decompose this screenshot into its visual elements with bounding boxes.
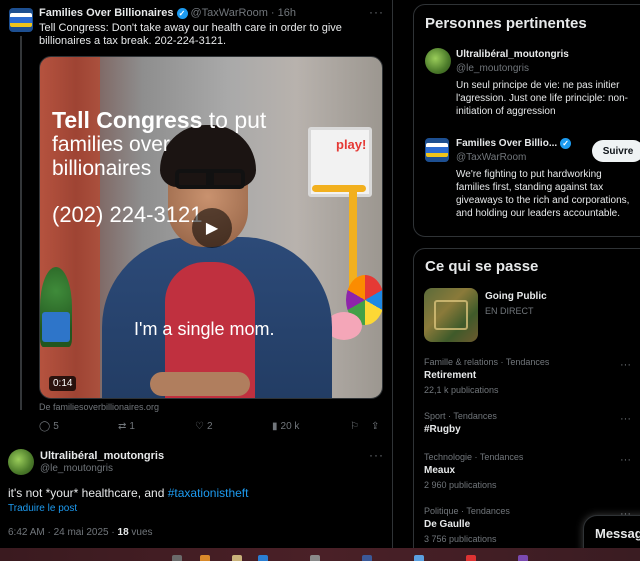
flag-logo-icon — [426, 143, 448, 157]
trend-name: Meaux — [424, 465, 456, 476]
trend-category: Politique · Tendances — [424, 506, 510, 516]
taskbar-app-icon[interactable] — [310, 555, 320, 561]
featured-trend-thumbnail[interactable] — [424, 288, 478, 342]
trend-more-icon[interactable]: ··· — [620, 359, 631, 371]
repost-button[interactable]: ⇄ 1 — [118, 421, 135, 432]
person-name[interactable]: Families Over Billio... ✓ — [456, 138, 572, 149]
taskbar-app-icon[interactable] — [518, 555, 528, 561]
reply-button[interactable]: ◯ 5 — [39, 421, 59, 432]
taskbar-app-icon[interactable] — [414, 555, 424, 561]
trends-title: Ce qui se passe — [425, 258, 539, 275]
relevant-people-panel: Personnes pertinentes Ultralibéral_mouto… — [413, 4, 640, 237]
plant-pot — [42, 312, 70, 342]
like-button[interactable]: ♡ 2 — [195, 421, 213, 432]
tweet-video[interactable]: play! Tell Congress to put families over… — [39, 56, 383, 399]
video-line-2: families over — [52, 133, 170, 156]
chart-icon: ▮ — [272, 421, 278, 432]
verified-badge-icon: ✓ — [176, 7, 188, 19]
person-bio: We're fighting to put hardworking famili… — [456, 169, 630, 219]
trend-category: Famille & relations · Tendances — [424, 357, 550, 367]
reply-avatar[interactable] — [8, 449, 34, 475]
trend-more-icon[interactable]: ··· — [620, 413, 631, 425]
taskbar-app-icon[interactable] — [258, 555, 268, 561]
featured-trend-name[interactable]: Going Public — [485, 291, 547, 302]
tweet-more-icon[interactable]: ··· — [369, 5, 384, 19]
trend-name: #Rugby — [424, 424, 461, 435]
hoop — [312, 185, 366, 192]
video-headline: Tell Congress to put — [52, 107, 267, 133]
tweet-actions: ◯ 5 ⇄ 1 ♡ 2 ▮ 20 k ⚐ ⇪ — [39, 421, 384, 435]
video-duration: 0:14 — [49, 376, 77, 391]
trend-category: Sport · Tendances — [424, 411, 497, 421]
tweet-header: Families Over Billionaires ✓ @TaxWarRoom… — [39, 7, 296, 19]
person-name[interactable]: Ultralibéral_moutongris — [456, 49, 569, 60]
trend-count: 3 756 publications — [424, 534, 497, 544]
play-icon[interactable]: ▶ — [192, 208, 232, 248]
thread-line — [20, 36, 22, 410]
reply-meta: 6:42 AM · 24 mai 2025 · 18 vues — [8, 527, 153, 538]
bookmark-icon[interactable]: ⚐ — [350, 421, 359, 432]
trend-count: 22,1 k publications — [424, 385, 499, 395]
messages-label: Messag — [595, 526, 640, 541]
taskbar — [0, 548, 640, 561]
flag-logo-icon — [10, 13, 32, 27]
reply-text: it's not *your* healthcare, and #taxatio… — [8, 486, 249, 500]
repost-icon: ⇄ — [118, 421, 127, 432]
video-line-3: billionaires — [52, 157, 152, 180]
person-handle[interactable]: @TaxWarRoom — [456, 152, 526, 163]
person-bio: Un seul principe de vie: ne pas initier … — [456, 80, 629, 117]
person-handle[interactable]: @le_moutongris — [456, 63, 529, 74]
video-caption: I'm a single mom. — [134, 319, 275, 339]
heart-icon: ♡ — [195, 421, 204, 432]
play-sign: play! — [336, 137, 367, 152]
trend-name: Retirement — [424, 370, 477, 381]
taskbar-app-icon[interactable] — [232, 555, 242, 561]
hashtag-link[interactable]: #taxationistheft — [168, 486, 249, 500]
views-button[interactable]: ▮ 20 k — [272, 421, 299, 432]
person-avatar[interactable] — [425, 138, 449, 162]
trend-more-icon[interactable]: ··· — [620, 454, 631, 466]
reply-icon: ◯ — [39, 421, 51, 432]
link-source[interactable]: De familiesoverbillionaires.org — [39, 402, 159, 412]
relevant-people-title: Personnes pertinentes — [425, 15, 587, 32]
tweet-time[interactable]: 16h — [278, 7, 296, 19]
taskbar-app-icon[interactable] — [172, 555, 182, 561]
trend-count: 2 960 publications — [424, 480, 497, 490]
author-avatar[interactable] — [9, 8, 33, 32]
taskbar-app-icon[interactable] — [362, 555, 372, 561]
featured-trend-status: EN DIRECT — [485, 306, 534, 316]
follow-button[interactable]: Suivre — [592, 140, 640, 162]
main-column: Families Over Billionaires ✓ @TaxWarRoom… — [0, 0, 393, 548]
video-phone: (202) 224-3121 — [52, 202, 203, 227]
taskbar-app-icon[interactable] — [466, 555, 476, 561]
taskbar-app-icon[interactable] — [200, 555, 210, 561]
verified-badge-icon: ✓ — [560, 138, 572, 149]
translate-link[interactable]: Traduire le post — [8, 503, 77, 514]
reply-author-name[interactable]: Ultralibéral_moutongris — [40, 450, 164, 462]
person-glasses — [175, 169, 245, 189]
right-sidebar: Personnes pertinentes Ultralibéral_mouto… — [404, 0, 640, 561]
tweet-text: Tell Congress: Don't take away our healt… — [39, 22, 342, 47]
person-hands — [150, 372, 250, 396]
trend-category: Technologie · Tendances — [424, 452, 524, 462]
tweet-author-handle[interactable]: @TaxWarRoom — [191, 7, 268, 19]
person-avatar[interactable] — [425, 48, 451, 74]
reply-more-icon[interactable]: ··· — [369, 448, 384, 462]
share-icon[interactable]: ⇪ — [371, 421, 379, 432]
trend-name: De Gaulle — [424, 519, 471, 530]
tweet-author-name[interactable]: Families Over Billionaires — [39, 7, 174, 19]
reply-author-handle[interactable]: @le_moutongris — [40, 463, 113, 474]
